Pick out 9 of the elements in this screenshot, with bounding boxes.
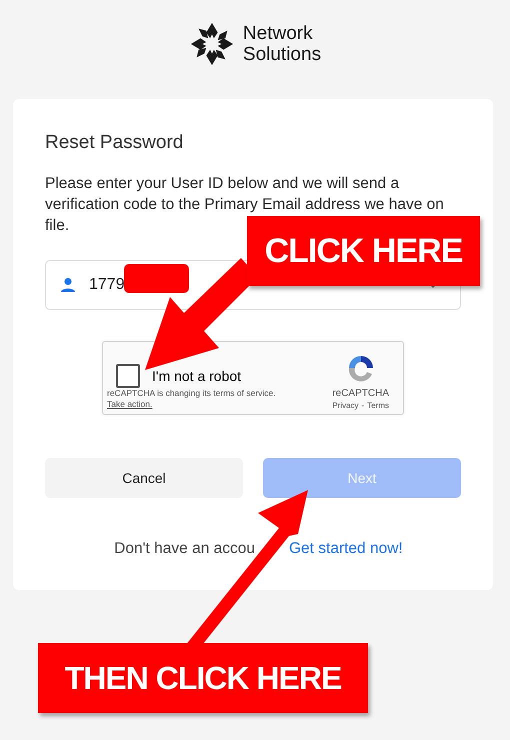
- logo-wordmark: Solutions: [242, 44, 322, 65]
- signup-text: Don't have an accou: [114, 540, 255, 558]
- recaptcha-brand: reCAPTCHA: [332, 388, 389, 399]
- callout-text: THEN CLICK HERE: [64, 660, 342, 696]
- form-title: Reset Password: [45, 131, 184, 155]
- captcha-notice: reCAPTCHA is changing its terms of service.: [107, 388, 276, 399]
- captcha-label: I'm not a robot: [152, 368, 242, 384]
- link-separator: -: [362, 401, 364, 410]
- logo-wordmark: Network: [242, 23, 314, 44]
